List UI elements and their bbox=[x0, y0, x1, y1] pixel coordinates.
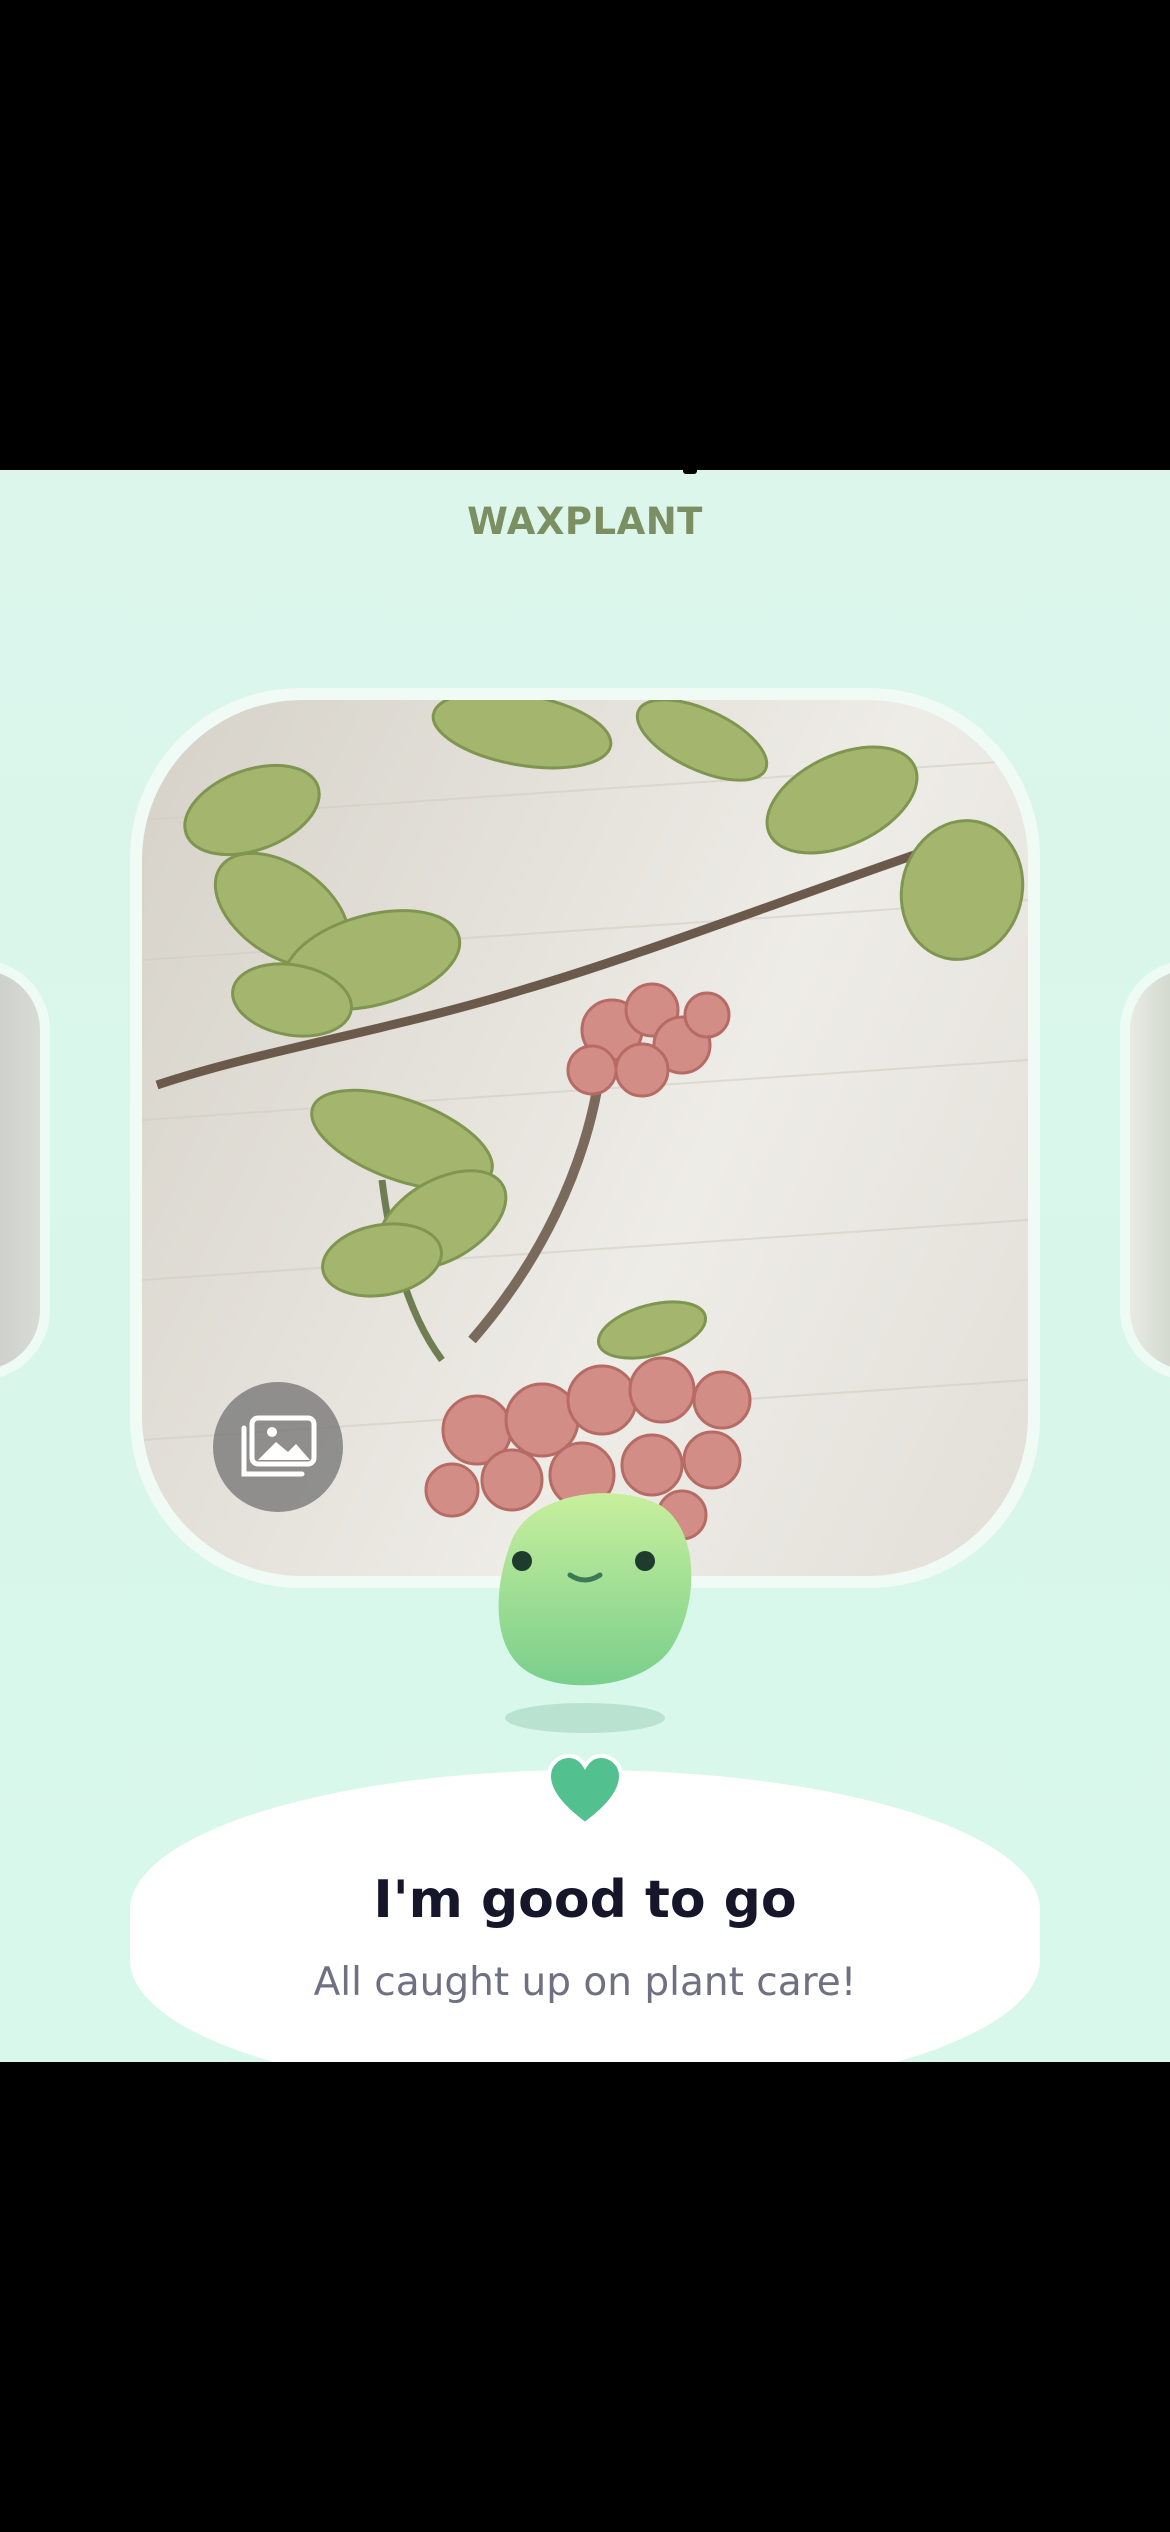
next-plant-card[interactable] bbox=[1120, 960, 1170, 1380]
bottom-letterbox bbox=[0, 2062, 1170, 2532]
mascot-shadow bbox=[505, 1703, 665, 1733]
status-title: I'm good to go bbox=[373, 1870, 797, 1930]
gallery-icon bbox=[241, 1415, 317, 1477]
plant-mascot[interactable] bbox=[470, 1475, 700, 1695]
gallery-button[interactable] bbox=[213, 1382, 343, 1512]
plant-name: WAXPLANT bbox=[467, 500, 703, 543]
plant-detail-view: WAXPLANT I'm good to go All caught up on… bbox=[0, 470, 1170, 2062]
heart-icon bbox=[546, 1753, 624, 1827]
status-subtitle: All caught up on plant care! bbox=[313, 1960, 857, 2005]
top-letterbox bbox=[0, 0, 1170, 470]
app-screen: WAXPLANT I'm good to go All caught up on… bbox=[0, 0, 1170, 2532]
sheet-handle bbox=[683, 470, 697, 474]
previous-plant-card[interactable] bbox=[0, 960, 50, 1380]
